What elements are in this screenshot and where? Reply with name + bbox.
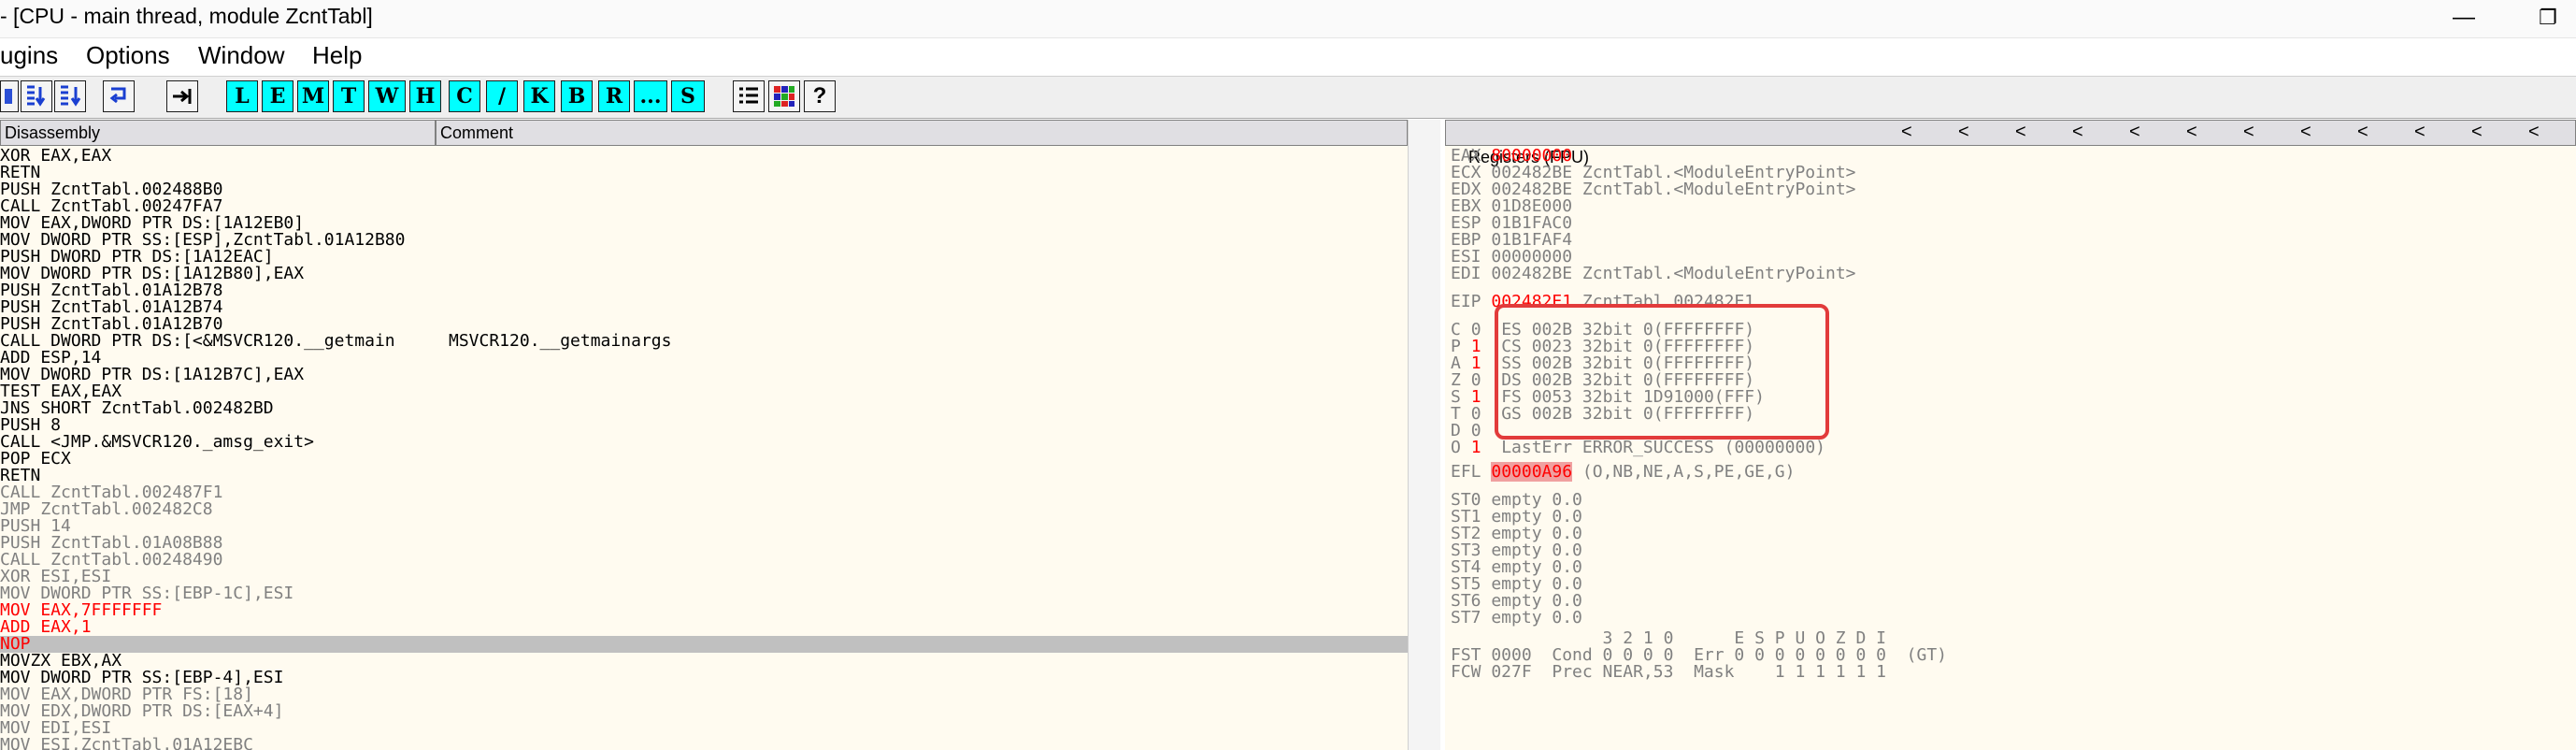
scroll-left-arrow-icon[interactable]: < — [2357, 122, 2368, 143]
step-over-icon[interactable] — [54, 80, 86, 112]
toolbar-callstack-button[interactable]: K — [523, 80, 555, 112]
disasm-row[interactable]: JNS SHORT ZcntTabl.002482BD — [0, 400, 1408, 417]
registers-pane[interactable]: Registers (FPU) < < < < < < < < < < < < EAX 8000000… — [1445, 120, 2576, 750]
fpu-status: FCW 027F Prec NEAR,53 Mask 1 1 1 1 1 1 — [1451, 662, 1886, 682]
toolbar: L E M T W H C / K B R ... S ? — [0, 76, 2576, 119]
disasm-row[interactable]: POP ECX — [0, 451, 1408, 468]
execute-till-return-icon[interactable] — [103, 80, 135, 112]
efl-line: EFL 00000A96 (O,NB,NE,A,S,PE,GE,G) — [1451, 462, 1796, 482]
toolbar-threads-button[interactable]: T — [333, 80, 365, 112]
fpu-register: ST7 empty 0.0 — [1451, 608, 1582, 627]
menu-help[interactable]: Help — [312, 41, 362, 70]
toolbar-log-button[interactable]: L — [226, 80, 258, 112]
disasm-row[interactable]: ADD EAX,1 — [0, 619, 1408, 636]
register-comment: ZcntTabl.<ModuleEntryPoint> — [1572, 264, 1856, 283]
toolbar-runtrace-button[interactable]: ... — [634, 80, 667, 112]
toolbar-cpu-button[interactable]: C — [449, 80, 480, 112]
scroll-left-arrow-icon[interactable]: < — [2015, 122, 2026, 143]
flag-line: O 1 LastErr ERROR_SUCCESS (00000000) — [1451, 440, 1825, 456]
help-icon[interactable]: ? — [804, 80, 836, 112]
disasm-row[interactable]: MOV DWORD PTR SS:[EBP-1C],ESI — [0, 585, 1408, 602]
efl-decoded: (O,NB,NE,A,S,PE,GE,G) — [1572, 462, 1796, 482]
disassembly-scrollbar[interactable] — [1408, 120, 1440, 750]
register-name: EFL — [1451, 462, 1492, 482]
toolbar-patches-button[interactable]: / — [486, 80, 518, 112]
toolbar-source-button[interactable]: S — [671, 80, 705, 112]
segment-info: LastErr ERROR_SUCCESS (00000000) — [1481, 438, 1825, 457]
list-icon[interactable] — [733, 80, 765, 112]
scroll-left-arrow-icon[interactable]: < — [2243, 122, 2254, 143]
scroll-left-arrow-icon[interactable]: < — [2300, 122, 2311, 143]
restore-button[interactable]: ❐ — [2520, 2, 2576, 34]
register-comment: ZcntTabl.<ModuleEntryPoint> — [1572, 180, 1856, 199]
comment-header[interactable]: Comment — [436, 120, 1408, 146]
flag-name: O — [1451, 438, 1471, 457]
disasm-row[interactable]: MOV DWORD PTR DS:[1A12B7C],EAX — [0, 367, 1408, 383]
grid-colors-icon[interactable] — [768, 80, 800, 112]
register-line: EDI 002482BE ZcntTabl.<ModuleEntryPoint> — [1451, 266, 1856, 282]
menu-plugins[interactable]: ugins — [0, 41, 58, 70]
window-title: - [CPU - main thread, module ZcntTabl] — [0, 4, 373, 28]
menu-bar: ugins Options Window Help — [0, 38, 2576, 76]
title-bar: - [CPU - main thread, module ZcntTabl] —… — [0, 0, 2576, 38]
disasm-row[interactable]: CALL ZcntTabl.00248490 — [0, 552, 1408, 569]
toolbar-breakpoints-button[interactable]: B — [561, 80, 593, 112]
scroll-left-arrow-icon[interactable]: < — [1958, 122, 1969, 143]
scroll-left-arrow-icon[interactable]: < — [2414, 122, 2426, 143]
disasm-row[interactable]: MOV EDX,DWORD PTR DS:[EAX+4] — [0, 703, 1408, 720]
registers-header[interactable]: Registers (FPU) — [1445, 120, 2576, 166]
scroll-left-arrow-icon[interactable]: < — [2528, 122, 2540, 143]
register-name: EDI — [1451, 264, 1492, 283]
minimize-button[interactable]: — — [2436, 2, 2492, 34]
disasm-row[interactable]: MOV ESI,ZcntTabl.01A12EBC — [0, 737, 1408, 750]
disasm-row[interactable]: JMP ZcntTabl.002482C8 — [0, 501, 1408, 518]
annotation-highlight-box — [1495, 304, 1829, 440]
flag-bit[interactable]: 1 — [1471, 438, 1481, 457]
step-into-icon[interactable] — [21, 80, 52, 112]
register-name: EIP — [1451, 292, 1492, 311]
disassembly-header[interactable]: Disassembly — [0, 120, 436, 146]
fpu-status-line: FCW 027F Prec NEAR,53 Mask 1 1 1 1 1 1 — [1451, 664, 1886, 681]
scroll-left-arrow-icon[interactable]: < — [2186, 122, 2197, 143]
toolbar-memory-button[interactable]: M — [297, 80, 329, 112]
register-value[interactable]: 002482BE — [1491, 264, 1572, 283]
disasm-row[interactable]: XOR EAX,EAX — [0, 148, 1408, 165]
disassembly-pane[interactable]: Disassembly Comment XOR EAX,EAX RETN PUSH … — [0, 120, 1408, 750]
disasm-row[interactable]: NOP — [0, 636, 1408, 653]
goto-icon[interactable] — [166, 80, 198, 112]
toolbar-references-button[interactable]: R — [598, 80, 630, 112]
scroll-left-arrow-icon[interactable]: < — [2129, 122, 2140, 143]
menu-window[interactable]: Window — [198, 41, 284, 70]
menu-options[interactable]: Options — [86, 41, 170, 70]
toolbar-modules-button[interactable]: E — [262, 80, 293, 112]
disasm-row[interactable]: MOV EAX,7FFFFFFF — [0, 602, 1408, 619]
efl-value[interactable]: 00000A96 — [1491, 462, 1573, 482]
disasm-row[interactable]: CALL <JMP.&MSVCR120._amsg_exit> — [0, 434, 1408, 451]
disasm-row[interactable]: CALL DWORD PTR DS:[<&MSVCR120.__getmain M… — [0, 333, 1408, 350]
disasm-comment: MSVCR120.__getmainargs — [449, 331, 672, 351]
disasm-instruction: MOV ESI,ZcntTabl.01A12EBC — [0, 735, 253, 750]
fpu-line: ST7 empty 0.0 — [1451, 610, 1582, 627]
toolbar-windows-button[interactable]: W — [368, 80, 406, 112]
scroll-left-arrow-icon[interactable]: < — [2072, 122, 2083, 143]
scroll-left-arrow-icon[interactable]: < — [1901, 122, 1912, 143]
toolbar-edge-icon[interactable] — [0, 80, 19, 112]
toolbar-handles-button[interactable]: H — [409, 80, 441, 112]
scroll-left-arrow-icon[interactable]: < — [2471, 122, 2483, 143]
